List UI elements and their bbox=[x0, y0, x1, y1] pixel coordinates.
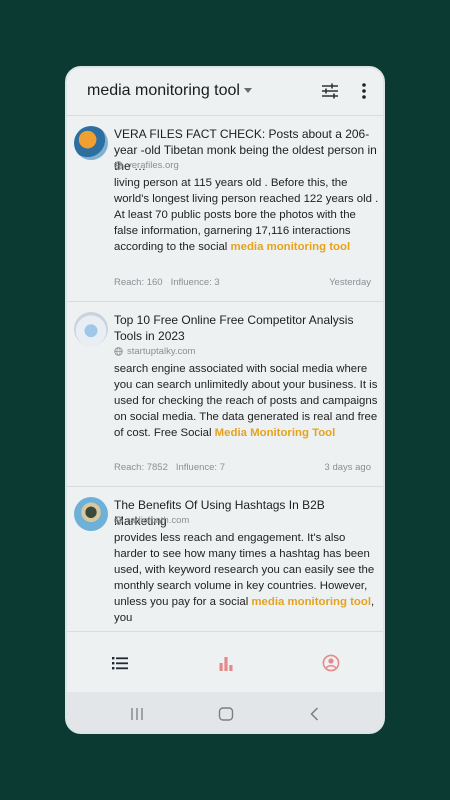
account-icon[interactable] bbox=[322, 654, 340, 672]
tune-icon[interactable] bbox=[320, 81, 340, 101]
recent-apps-icon[interactable] bbox=[129, 706, 145, 722]
mention-snippet: living person at 115 years old . Before … bbox=[114, 175, 380, 255]
mention-metrics: Reach: 7852 Influence: 7 bbox=[114, 462, 233, 473]
globe-icon bbox=[114, 516, 123, 525]
globe-icon bbox=[114, 347, 123, 356]
reach-value: Reach: 160 bbox=[114, 277, 163, 288]
source-thumbnail bbox=[74, 126, 108, 160]
mention-source[interactable]: verafiles.org bbox=[114, 160, 179, 171]
list-icon[interactable] bbox=[111, 654, 129, 672]
source-domain: radialpath.com bbox=[127, 515, 190, 526]
mentions-feed[interactable]: VERA FILES FACT CHECK: Posts about a 206… bbox=[67, 116, 383, 631]
more-vert-icon[interactable] bbox=[357, 81, 371, 101]
source-domain: verafiles.org bbox=[127, 160, 179, 171]
keyword-highlight: media monitoring tool bbox=[230, 241, 351, 253]
mention-time: 3 days ago bbox=[324, 462, 371, 473]
source-domain: startuptalky.com bbox=[127, 346, 196, 357]
mention-snippet: search engine associated with social med… bbox=[114, 361, 380, 441]
mention-card[interactable]: The Benefits Of Using Hashtags In B2B Ma… bbox=[67, 487, 383, 631]
back-icon[interactable] bbox=[307, 706, 323, 722]
bar-chart-icon[interactable] bbox=[217, 654, 235, 672]
home-icon[interactable] bbox=[218, 706, 234, 722]
search-query-dropdown[interactable]: media monitoring tool bbox=[87, 82, 240, 100]
mention-metrics: Reach: 160 Influence: 3 bbox=[114, 277, 228, 288]
globe-icon bbox=[114, 161, 123, 170]
influence-value: Influence: 3 bbox=[170, 277, 220, 288]
app-bar: media monitoring tool bbox=[67, 68, 383, 116]
mention-source[interactable]: radialpath.com bbox=[114, 515, 189, 526]
phone-screen: media monitoring tool VERA FILES FACT CH… bbox=[65, 66, 385, 734]
reach-value: Reach: 7852 bbox=[114, 462, 168, 473]
mention-time: Yesterday bbox=[329, 277, 371, 288]
mention-card[interactable]: VERA FILES FACT CHECK: Posts about a 206… bbox=[67, 116, 383, 302]
mention-title[interactable]: Top 10 Free Online Free Competitor Analy… bbox=[114, 312, 380, 344]
mention-source[interactable]: startuptalky.com bbox=[114, 346, 195, 357]
source-thumbnail bbox=[74, 312, 108, 346]
system-navigation-bar bbox=[67, 692, 383, 732]
source-thumbnail bbox=[74, 497, 108, 531]
keyword-highlight: media monitoring tool bbox=[251, 596, 372, 608]
keyword-highlight: Media Monitoring Tool bbox=[214, 427, 336, 439]
dropdown-caret-icon[interactable] bbox=[244, 88, 252, 93]
bottom-navigation bbox=[67, 631, 383, 692]
mention-card[interactable]: Top 10 Free Online Free Competitor Analy… bbox=[67, 302, 383, 487]
mention-snippet: provides less reach and engagement. It's… bbox=[114, 530, 380, 626]
influence-value: Influence: 7 bbox=[175, 462, 225, 473]
